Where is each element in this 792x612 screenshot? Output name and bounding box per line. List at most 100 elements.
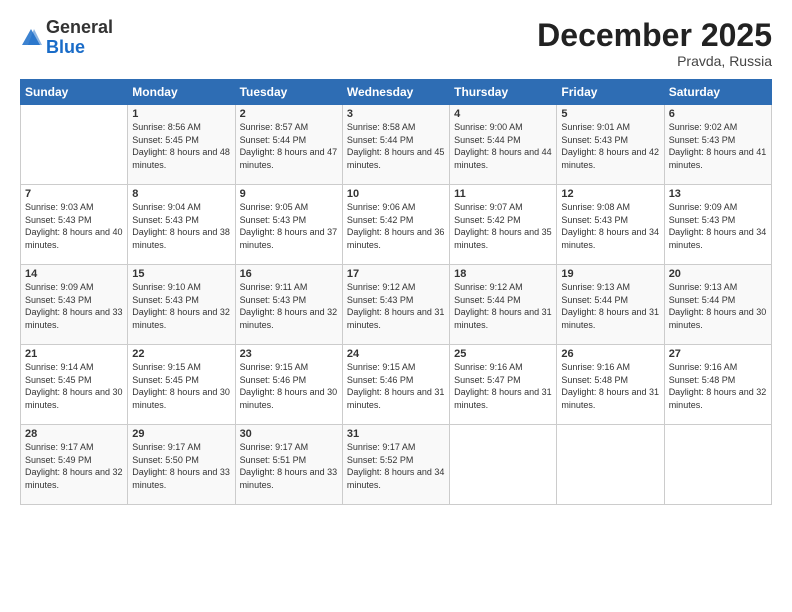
logo-general-text: General [46, 17, 113, 37]
calendar-cell: 8Sunrise: 9:04 AMSunset: 5:43 PMDaylight… [128, 185, 235, 265]
day-number: 16 [240, 268, 338, 280]
day-number: 20 [669, 268, 767, 280]
calendar-cell: 1Sunrise: 8:56 AMSunset: 5:45 PMDaylight… [128, 105, 235, 185]
calendar-cell: 3Sunrise: 8:58 AMSunset: 5:44 PMDaylight… [342, 105, 449, 185]
day-number: 17 [347, 268, 445, 280]
day-number: 19 [561, 268, 659, 280]
calendar-cell [664, 425, 771, 505]
logo: General Blue [20, 18, 113, 58]
calendar-week-row: 21Sunrise: 9:14 AMSunset: 5:45 PMDayligh… [21, 345, 772, 425]
day-number: 23 [240, 348, 338, 360]
day-info: Sunrise: 9:16 AMSunset: 5:47 PMDaylight:… [454, 361, 552, 411]
day-info: Sunrise: 9:04 AMSunset: 5:43 PMDaylight:… [132, 201, 230, 251]
day-number: 25 [454, 348, 552, 360]
calendar-cell: 5Sunrise: 9:01 AMSunset: 5:43 PMDaylight… [557, 105, 664, 185]
col-header-monday: Monday [128, 80, 235, 105]
day-info: Sunrise: 9:17 AMSunset: 5:52 PMDaylight:… [347, 441, 445, 491]
day-info: Sunrise: 9:17 AMSunset: 5:50 PMDaylight:… [132, 441, 230, 491]
calendar-cell: 11Sunrise: 9:07 AMSunset: 5:42 PMDayligh… [450, 185, 557, 265]
day-info: Sunrise: 9:14 AMSunset: 5:45 PMDaylight:… [25, 361, 123, 411]
col-header-saturday: Saturday [664, 80, 771, 105]
day-number: 3 [347, 108, 445, 120]
day-number: 27 [669, 348, 767, 360]
day-info: Sunrise: 8:58 AMSunset: 5:44 PMDaylight:… [347, 121, 445, 171]
calendar-cell: 18Sunrise: 9:12 AMSunset: 5:44 PMDayligh… [450, 265, 557, 345]
day-info: Sunrise: 9:07 AMSunset: 5:42 PMDaylight:… [454, 201, 552, 251]
day-number: 2 [240, 108, 338, 120]
calendar-cell: 24Sunrise: 9:15 AMSunset: 5:46 PMDayligh… [342, 345, 449, 425]
calendar-cell: 7Sunrise: 9:03 AMSunset: 5:43 PMDaylight… [21, 185, 128, 265]
day-number: 7 [25, 188, 123, 200]
day-info: Sunrise: 9:15 AMSunset: 5:46 PMDaylight:… [347, 361, 445, 411]
calendar-cell: 14Sunrise: 9:09 AMSunset: 5:43 PMDayligh… [21, 265, 128, 345]
day-number: 28 [25, 428, 123, 440]
day-info: Sunrise: 8:56 AMSunset: 5:45 PMDaylight:… [132, 121, 230, 171]
day-number: 22 [132, 348, 230, 360]
calendar-cell: 13Sunrise: 9:09 AMSunset: 5:43 PMDayligh… [664, 185, 771, 265]
day-number: 8 [132, 188, 230, 200]
day-info: Sunrise: 9:08 AMSunset: 5:43 PMDaylight:… [561, 201, 659, 251]
calendar-week-row: 1Sunrise: 8:56 AMSunset: 5:45 PMDaylight… [21, 105, 772, 185]
day-info: Sunrise: 9:15 AMSunset: 5:45 PMDaylight:… [132, 361, 230, 411]
calendar-cell: 15Sunrise: 9:10 AMSunset: 5:43 PMDayligh… [128, 265, 235, 345]
calendar-cell: 30Sunrise: 9:17 AMSunset: 5:51 PMDayligh… [235, 425, 342, 505]
logo-icon [20, 27, 42, 49]
calendar-cell: 21Sunrise: 9:14 AMSunset: 5:45 PMDayligh… [21, 345, 128, 425]
day-info: Sunrise: 9:12 AMSunset: 5:43 PMDaylight:… [347, 281, 445, 331]
calendar-cell: 25Sunrise: 9:16 AMSunset: 5:47 PMDayligh… [450, 345, 557, 425]
day-info: Sunrise: 9:10 AMSunset: 5:43 PMDaylight:… [132, 281, 230, 331]
day-info: Sunrise: 9:12 AMSunset: 5:44 PMDaylight:… [454, 281, 552, 331]
calendar-cell: 2Sunrise: 8:57 AMSunset: 5:44 PMDaylight… [235, 105, 342, 185]
day-info: Sunrise: 9:17 AMSunset: 5:49 PMDaylight:… [25, 441, 123, 491]
calendar-cell: 17Sunrise: 9:12 AMSunset: 5:43 PMDayligh… [342, 265, 449, 345]
logo-blue-text: Blue [46, 37, 85, 57]
header: General Blue December 2025 Pravda, Russi… [20, 18, 772, 69]
calendar-cell: 6Sunrise: 9:02 AMSunset: 5:43 PMDaylight… [664, 105, 771, 185]
calendar-table: SundayMondayTuesdayWednesdayThursdayFrid… [20, 79, 772, 505]
calendar-cell: 9Sunrise: 9:05 AMSunset: 5:43 PMDaylight… [235, 185, 342, 265]
calendar-cell: 27Sunrise: 9:16 AMSunset: 5:48 PMDayligh… [664, 345, 771, 425]
day-info: Sunrise: 9:01 AMSunset: 5:43 PMDaylight:… [561, 121, 659, 171]
location: Pravda, Russia [537, 53, 772, 69]
col-header-friday: Friday [557, 80, 664, 105]
calendar-cell: 12Sunrise: 9:08 AMSunset: 5:43 PMDayligh… [557, 185, 664, 265]
calendar-cell: 10Sunrise: 9:06 AMSunset: 5:42 PMDayligh… [342, 185, 449, 265]
calendar-header-row: SundayMondayTuesdayWednesdayThursdayFrid… [21, 80, 772, 105]
day-info: Sunrise: 9:15 AMSunset: 5:46 PMDaylight:… [240, 361, 338, 411]
calendar-cell: 4Sunrise: 9:00 AMSunset: 5:44 PMDaylight… [450, 105, 557, 185]
calendar-cell: 23Sunrise: 9:15 AMSunset: 5:46 PMDayligh… [235, 345, 342, 425]
day-number: 15 [132, 268, 230, 280]
day-number: 13 [669, 188, 767, 200]
day-number: 26 [561, 348, 659, 360]
day-info: Sunrise: 8:57 AMSunset: 5:44 PMDaylight:… [240, 121, 338, 171]
day-number: 10 [347, 188, 445, 200]
calendar-cell: 26Sunrise: 9:16 AMSunset: 5:48 PMDayligh… [557, 345, 664, 425]
col-header-thursday: Thursday [450, 80, 557, 105]
page: General Blue December 2025 Pravda, Russi… [0, 0, 792, 612]
day-number: 18 [454, 268, 552, 280]
day-info: Sunrise: 9:05 AMSunset: 5:43 PMDaylight:… [240, 201, 338, 251]
calendar-week-row: 28Sunrise: 9:17 AMSunset: 5:49 PMDayligh… [21, 425, 772, 505]
calendar-cell: 28Sunrise: 9:17 AMSunset: 5:49 PMDayligh… [21, 425, 128, 505]
day-number: 6 [669, 108, 767, 120]
calendar-cell: 22Sunrise: 9:15 AMSunset: 5:45 PMDayligh… [128, 345, 235, 425]
day-number: 24 [347, 348, 445, 360]
day-info: Sunrise: 9:17 AMSunset: 5:51 PMDaylight:… [240, 441, 338, 491]
day-info: Sunrise: 9:03 AMSunset: 5:43 PMDaylight:… [25, 201, 123, 251]
calendar-cell: 19Sunrise: 9:13 AMSunset: 5:44 PMDayligh… [557, 265, 664, 345]
col-header-wednesday: Wednesday [342, 80, 449, 105]
calendar-week-row: 7Sunrise: 9:03 AMSunset: 5:43 PMDaylight… [21, 185, 772, 265]
day-info: Sunrise: 9:02 AMSunset: 5:43 PMDaylight:… [669, 121, 767, 171]
day-info: Sunrise: 9:00 AMSunset: 5:44 PMDaylight:… [454, 121, 552, 171]
day-info: Sunrise: 9:06 AMSunset: 5:42 PMDaylight:… [347, 201, 445, 251]
day-number: 12 [561, 188, 659, 200]
day-info: Sunrise: 9:13 AMSunset: 5:44 PMDaylight:… [561, 281, 659, 331]
month-title: December 2025 [537, 18, 772, 53]
day-info: Sunrise: 9:16 AMSunset: 5:48 PMDaylight:… [669, 361, 767, 411]
calendar-week-row: 14Sunrise: 9:09 AMSunset: 5:43 PMDayligh… [21, 265, 772, 345]
calendar-cell: 29Sunrise: 9:17 AMSunset: 5:50 PMDayligh… [128, 425, 235, 505]
day-info: Sunrise: 9:13 AMSunset: 5:44 PMDaylight:… [669, 281, 767, 331]
col-header-tuesday: Tuesday [235, 80, 342, 105]
col-header-sunday: Sunday [21, 80, 128, 105]
day-info: Sunrise: 9:16 AMSunset: 5:48 PMDaylight:… [561, 361, 659, 411]
